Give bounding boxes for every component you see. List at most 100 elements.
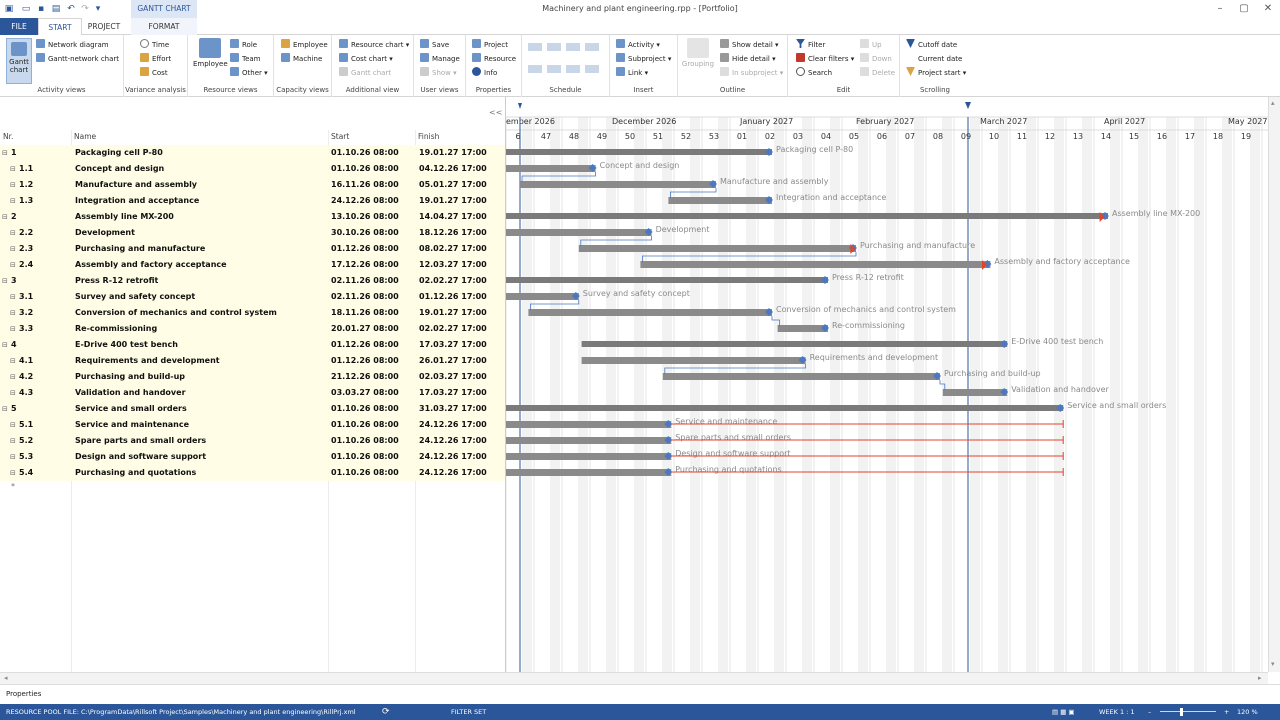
gantt-bar[interactable]: [640, 261, 991, 268]
scroll-left-icon[interactable]: ◂: [4, 674, 8, 682]
table-row[interactable]: ⊟ 1 Packaging cell P-80 01.10.26 08:00 19.01…: [0, 145, 505, 161]
tab-format[interactable]: FORMAT: [131, 18, 197, 35]
collapse-grid-button[interactable]: <<: [489, 108, 502, 117]
cost-chart-button[interactable]: Cost chart ▾: [339, 53, 393, 66]
expand-toggle-icon[interactable]: ⊟: [2, 337, 8, 353]
down-button[interactable]: Down: [860, 53, 892, 66]
gantt-chart-button[interactable]: Gantt chart: [6, 38, 32, 84]
vertical-scrollbar[interactable]: ▴ ▾: [1268, 97, 1280, 672]
zoom-out-icon[interactable]: –: [1148, 704, 1151, 720]
gantt-network-button[interactable]: Gantt-network chart: [36, 53, 119, 66]
gantt-bar[interactable]: [506, 293, 579, 300]
clear-filters-button[interactable]: Clear filters ▾: [796, 53, 854, 66]
zoom-in-icon[interactable]: +: [1224, 704, 1229, 720]
table-row[interactable]: ⊟ 2.3 Purchasing and manufacture 01.12.26 0…: [0, 241, 505, 257]
gantt-bar[interactable]: [777, 325, 828, 332]
gantt-bar[interactable]: [506, 213, 1108, 219]
show-detail-button[interactable]: Show detail ▾: [720, 39, 779, 52]
expand-toggle-icon[interactable]: ⊟: [10, 465, 16, 481]
up-button[interactable]: Up: [860, 39, 882, 52]
expand-toggle-icon[interactable]: ⊟: [10, 369, 16, 385]
capacity-machine-button[interactable]: Machine: [281, 53, 322, 66]
tab-project[interactable]: PROJECT: [82, 18, 126, 35]
tab-file[interactable]: FILE: [0, 18, 38, 35]
hide-detail-button[interactable]: Hide detail ▾: [720, 53, 776, 66]
delete-button[interactable]: Delete: [860, 67, 895, 80]
team-button[interactable]: Team: [230, 53, 261, 66]
table-row[interactable]: ⊟ 5.2 Spare parts and small orders 01.10.26…: [0, 433, 505, 449]
save-view-button[interactable]: Save: [420, 39, 449, 52]
table-row[interactable]: ⊟ 3 Press R-12 retrofit 02.11.26 08:00 02.02…: [0, 273, 505, 289]
gantt-bar[interactable]: [506, 453, 672, 460]
column-header-name[interactable]: Name: [74, 132, 96, 141]
gantt-bar[interactable]: [662, 373, 940, 380]
gantt-bar[interactable]: [506, 149, 772, 155]
horizontal-scrollbar[interactable]: ◂ ▸: [0, 672, 1268, 684]
column-header-finish[interactable]: Finish: [418, 132, 439, 141]
resource-chart-button[interactable]: Resource chart ▾: [339, 39, 409, 52]
properties-pane[interactable]: Properties: [0, 684, 1280, 704]
search-button[interactable]: Search: [796, 67, 832, 80]
table-row[interactable]: ⊟ 5 Service and small orders 01.10.26 08:00…: [0, 401, 505, 417]
zoom-slider-thumb[interactable]: [1180, 708, 1183, 716]
table-row[interactable]: ⊟ 2.4 Assembly and factory acceptance 17.12…: [0, 257, 505, 273]
table-row[interactable]: ⊟ 5.3 Design and software support 01.10.26 …: [0, 449, 505, 465]
table-row[interactable]: ⊟ 1.1 Concept and design 01.10.26 08:00 04.1…: [0, 161, 505, 177]
expand-toggle-icon[interactable]: ⊟: [2, 401, 8, 417]
current-date-marker-icon[interactable]: [965, 102, 971, 109]
table-row[interactable]: ⊟ 2 Assembly line MX-200 13.10.26 08:00 14.0…: [0, 209, 505, 225]
gantt-bar[interactable]: [668, 197, 772, 204]
gantt-bar[interactable]: [506, 469, 672, 476]
role-button[interactable]: Role: [230, 39, 257, 52]
column-header-start[interactable]: Start: [331, 132, 349, 141]
employee-view-button[interactable]: Employee: [193, 38, 228, 68]
zoom-slider-track[interactable]: [1160, 711, 1216, 712]
new-row-marker[interactable]: *: [11, 482, 15, 491]
manage-view-button[interactable]: Manage: [420, 53, 460, 66]
expand-toggle-icon[interactable]: ⊟: [10, 417, 16, 433]
expand-toggle-icon[interactable]: ⊟: [2, 209, 8, 225]
filter-button[interactable]: Filter: [796, 39, 825, 52]
project-start-button[interactable]: Project start ▾: [906, 67, 966, 80]
gantt-bar[interactable]: [520, 181, 716, 188]
expand-toggle-icon[interactable]: ⊟: [10, 257, 16, 273]
cutoff-date-button[interactable]: Cutoff date: [906, 39, 957, 52]
table-row[interactable]: ⊟ 4.2 Purchasing and build-up 21.12.26 08:0…: [0, 369, 505, 385]
cost-button[interactable]: Cost: [140, 67, 168, 80]
expand-toggle-icon[interactable]: ⊟: [10, 289, 16, 305]
maximize-icon[interactable]: ▢: [1234, 2, 1254, 16]
table-row[interactable]: ⊟ 4.3 Validation and handover 03.03.27 08:0…: [0, 385, 505, 401]
table-row[interactable]: ⊟ 3.3 Re-commissioning 20.01.27 08:00 02.02.…: [0, 321, 505, 337]
project-properties-button[interactable]: Project: [472, 39, 508, 52]
table-row[interactable]: ⊟ 5.1 Service and maintenance 01.10.26 08:0…: [0, 417, 505, 433]
gantt-bar[interactable]: [528, 309, 772, 316]
expand-toggle-icon[interactable]: ⊟: [10, 353, 16, 369]
expand-toggle-icon[interactable]: ⊟: [10, 321, 16, 337]
in-subproject-button[interactable]: In subproject ▾: [720, 67, 783, 80]
schedule-buttons-row2[interactable]: [528, 65, 604, 73]
table-row[interactable]: ⊟ 1.2 Manufacture and assembly 16.11.26 08:…: [0, 177, 505, 193]
gantt-bar[interactable]: [506, 437, 672, 444]
time-button[interactable]: Time: [140, 39, 169, 52]
gantt-chart-area[interactable]: 6 47 48 49 50 51 52 53 01 02 03 04 05 06 07 08 09 10 11 12 1…: [505, 97, 1268, 672]
table-row[interactable]: ⊟ 4.1 Requirements and development 01.12.26…: [0, 353, 505, 369]
tab-start[interactable]: START: [38, 18, 82, 36]
column-header-nr[interactable]: Nr.: [3, 132, 13, 141]
scroll-up-icon[interactable]: ▴: [1271, 99, 1275, 107]
insert-activity-button[interactable]: Activity ▾: [616, 39, 660, 52]
expand-toggle-icon[interactable]: ⊟: [2, 273, 8, 289]
gantt-bar[interactable]: [581, 341, 1008, 347]
insert-subproject-button[interactable]: Subproject ▾: [616, 53, 671, 66]
insert-link-button[interactable]: Link ▾: [616, 67, 648, 80]
cutoff-marker-icon[interactable]: [518, 103, 522, 109]
expand-toggle-icon[interactable]: ⊟: [10, 385, 16, 401]
close-icon[interactable]: ✕: [1258, 2, 1278, 16]
expand-toggle-icon[interactable]: ⊟: [10, 193, 16, 209]
show-view-button[interactable]: Show ▾: [420, 67, 457, 80]
info-button[interactable]: Info: [472, 67, 497, 80]
resource-properties-button[interactable]: Resource: [472, 53, 516, 66]
gantt-bar[interactable]: [506, 405, 1064, 411]
expand-toggle-icon[interactable]: ⊟: [10, 433, 16, 449]
current-date-button[interactable]: Current date: [906, 53, 962, 66]
expand-toggle-icon[interactable]: ⊟: [10, 161, 16, 177]
